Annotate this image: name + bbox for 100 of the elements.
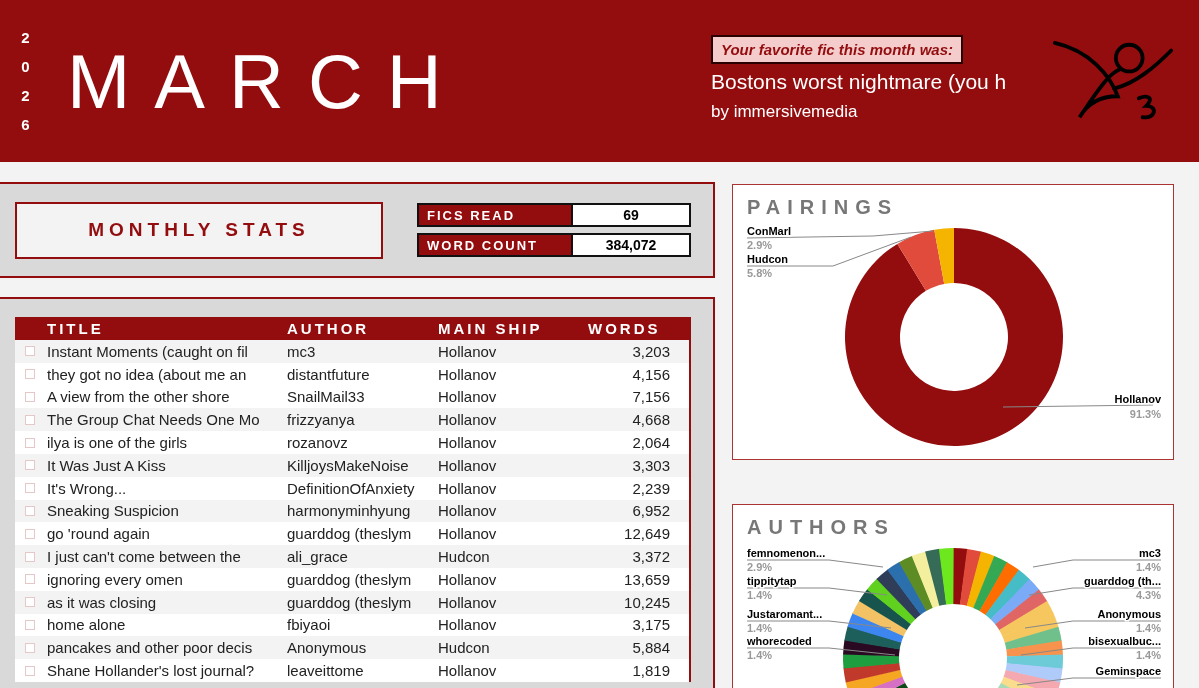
row-checkbox[interactable]	[25, 551, 35, 562]
percent-label: 2.9%	[747, 239, 773, 251]
row-checkbox[interactable]	[25, 528, 35, 539]
row-checkbox[interactable]	[25, 665, 35, 676]
table-cell-text: Hollanov	[438, 411, 498, 429]
percent-label: 1.4%	[747, 589, 773, 601]
slice-label: mc3	[1138, 547, 1161, 559]
year-label: 2026	[20, 28, 31, 135]
percent-label: 1.4%	[747, 622, 773, 634]
table-cell-text: they got no idea (about me an	[47, 365, 248, 383]
row-checkbox[interactable]	[25, 392, 35, 402]
column-header: WORDS	[587, 320, 662, 337]
stat-value: 384,072	[573, 235, 689, 255]
table-cell-text: Hollanov	[438, 388, 498, 406]
table-cell-text: Hollanov	[438, 479, 498, 497]
column-header: MAIN SHIP	[438, 320, 538, 337]
column-header: AUTHOR	[287, 320, 371, 337]
table-cell-text: 3,303	[631, 456, 670, 474]
slice-label: Hudcon	[747, 253, 788, 265]
table-cell-text: harmonyminhyung	[287, 502, 412, 520]
table-cell-text: Anonymous	[287, 639, 368, 657]
table-cell-text: 4,668	[631, 411, 670, 429]
table-cell-text: Hollanov	[438, 342, 498, 360]
slice-label: whorecoded	[747, 635, 812, 647]
favorite-fic-title: Bostons worst nightmare (you h	[711, 69, 1007, 94]
table-cell-text: Hollanov	[438, 570, 498, 588]
slice-label: Justaromant...	[747, 608, 823, 620]
table-cell-text: SnailMail33	[287, 388, 366, 406]
slice-label: Geminspace	[1095, 665, 1161, 677]
table-cell-text: Hollanov	[438, 593, 498, 611]
row-checkbox[interactable]	[25, 642, 35, 653]
percent-label: 91.3%	[1129, 408, 1161, 420]
stat-label: WORD COUNT	[419, 235, 573, 255]
table-cell-text: frizzyanya	[287, 411, 356, 429]
row-checkbox[interactable]	[25, 369, 35, 380]
table-cell-text: Hollanov	[438, 456, 498, 474]
percent-label: 5.8%	[747, 267, 773, 279]
table-cell-text: as it was closing	[47, 593, 158, 611]
percent-label: 1.4%	[1135, 561, 1161, 573]
row-checkbox[interactable]	[25, 619, 35, 630]
row-checkbox[interactable]	[25, 460, 35, 471]
table-cell-text: Hudcon	[438, 639, 491, 657]
table-cell-text: mc3	[287, 342, 317, 360]
row-checkbox[interactable]	[25, 437, 35, 448]
stat-label: FICS READ	[419, 205, 573, 225]
table-cell-text: 3,372	[631, 548, 670, 566]
monthly-stats-heading: MONTHLY STATS	[15, 201, 383, 259]
table-cell-text: 3,203	[631, 342, 670, 360]
percent-label: 2.9%	[747, 561, 773, 573]
table-cell-text: Hollanov	[438, 662, 498, 680]
slice-label: Anonymous	[1097, 608, 1161, 620]
table-cell-text: DefinitionOfAnxiety	[287, 479, 416, 497]
table-cell-text: Hollanov	[438, 616, 498, 634]
table-cell-text: Shane Hollander's lost journal?	[47, 662, 256, 680]
table-cell-text: 5,884	[631, 639, 670, 657]
table-cell-text: 2,064	[631, 434, 670, 452]
table-cell-text: Instant Moments (caught on fil	[47, 342, 249, 360]
table-cell-text: Hollanov	[438, 502, 498, 520]
table-cell-text: ilya is one of the girls	[47, 434, 189, 452]
table-cell-text: 3,175	[631, 616, 670, 634]
slice-label: ConMarl	[747, 225, 791, 237]
table-cell-text: pancakes and other poor decis	[47, 639, 254, 657]
row-checkbox[interactable]	[25, 483, 35, 494]
table-cell-text: ignoring every omen	[47, 570, 184, 588]
slice-label: bisexualbuc...	[1088, 635, 1161, 647]
slice-label: guarddog (th...	[1084, 575, 1161, 587]
table-cell-text: ali_grace	[287, 548, 349, 566]
chart-title: AUTHORS	[746, 515, 896, 539]
table-cell-text: fbiyaoi	[287, 616, 332, 634]
table-cell-text: 2,239	[631, 479, 670, 497]
table-cell-text: Hollanov	[438, 365, 498, 383]
table-cell-text: The Group Chat Needs One Mo	[47, 411, 261, 429]
table-cell-text: go 'round again	[47, 525, 151, 543]
table-cell-text: 10,245	[623, 593, 670, 611]
table-cell-text: Sneaking Suspicion	[47, 502, 180, 520]
row-checkbox[interactable]	[25, 414, 35, 425]
table-cell-text: 13,659	[623, 570, 670, 588]
row-checkbox[interactable]	[25, 574, 35, 585]
row-checkbox[interactable]	[25, 346, 35, 357]
table-cell-text: It's Wrong...	[47, 479, 128, 497]
favorite-fic-author: by immersivemedia	[711, 101, 858, 122]
percent-label: 1.4%	[1135, 622, 1161, 634]
stat-value: 69	[573, 205, 689, 225]
slice-label: tippitytap	[747, 575, 797, 587]
table-cell-text: guarddog (theslym	[287, 593, 413, 611]
percent-label: 1.4%	[747, 649, 773, 661]
table-cell-text: Hollanov	[438, 525, 498, 543]
percent-label: 4.3%	[1135, 589, 1161, 601]
table-cell-text: 12,649	[623, 525, 670, 543]
table-cell-text: leaveittome	[287, 662, 365, 680]
row-checkbox[interactable]	[25, 597, 35, 608]
table-cell-text: guarddog (theslym	[287, 525, 413, 543]
table-cell-text: guarddog (theslym	[287, 570, 413, 588]
slice-label: femnomenon...	[747, 547, 826, 559]
slice-label: Hollanov	[1114, 393, 1161, 405]
column-header: TITLE	[47, 320, 105, 337]
row-checkbox[interactable]	[25, 505, 35, 516]
table-cell-text: 6,952	[631, 502, 670, 520]
table-cell-text: A view from the other shore	[47, 388, 231, 406]
table-cell-text: Hollanov	[438, 434, 498, 452]
